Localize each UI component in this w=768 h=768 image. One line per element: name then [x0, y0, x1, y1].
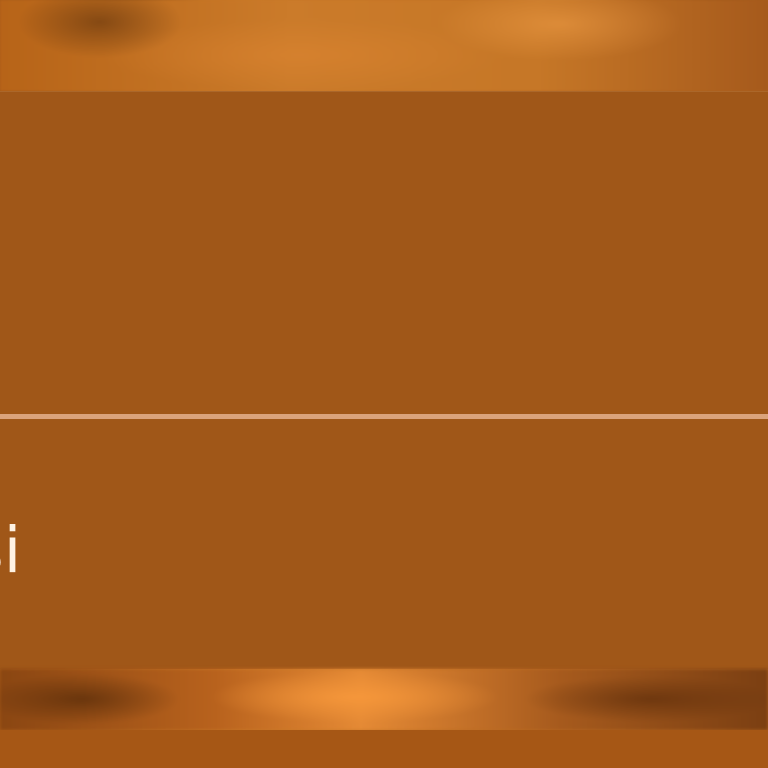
option-item-2[interactable]: mişi — [0, 421, 768, 669]
option-label-2: mişi — [0, 514, 22, 587]
option-item-1[interactable]: n — [0, 91, 768, 416]
bottom-strip — [0, 730, 768, 768]
option-divider — [0, 414, 768, 419]
options-panel: n mişi — [0, 91, 768, 669]
top-blurred-content — [0, 0, 768, 91]
bottom-blurred-content — [0, 669, 768, 730]
screen: n mişi — [0, 0, 768, 768]
